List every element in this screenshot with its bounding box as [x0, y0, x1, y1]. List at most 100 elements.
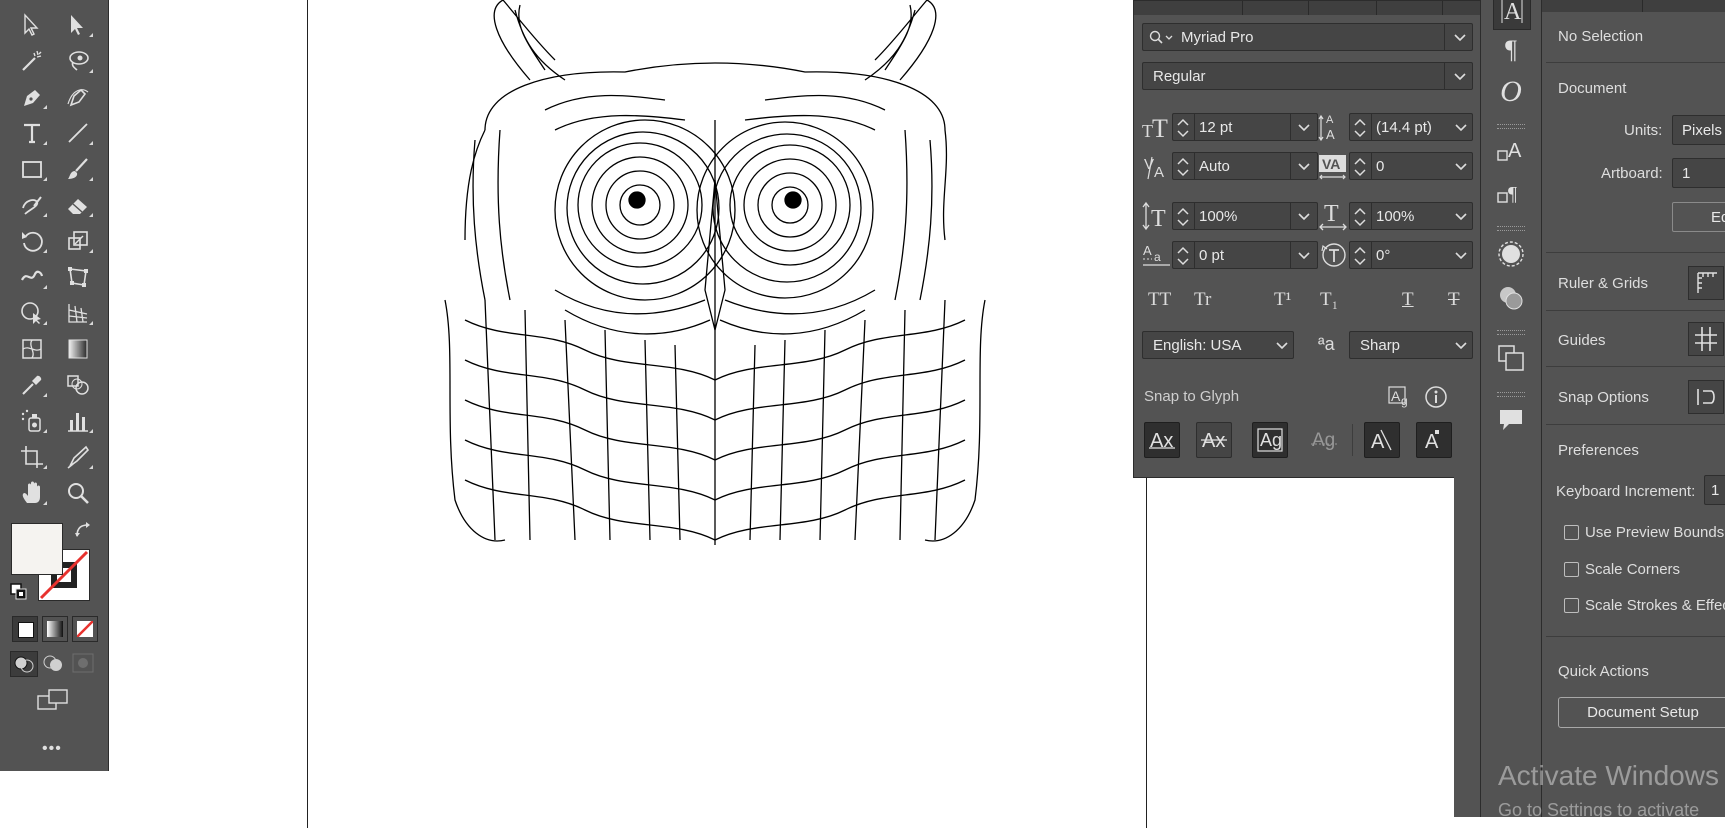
- snap-angular-guides-button[interactable]: A: [1364, 422, 1400, 458]
- zoom-tool-icon[interactable]: [62, 478, 94, 508]
- owl-line-artwork[interactable]: [425, 0, 1005, 545]
- all-caps-button[interactable]: TT: [1148, 289, 1171, 311]
- font-search-icon[interactable]: [1149, 30, 1179, 46]
- selection-tool-icon[interactable]: [16, 10, 48, 40]
- chevron-down-icon[interactable]: [1275, 339, 1289, 353]
- rotate-tool-icon[interactable]: [16, 226, 48, 256]
- baseline-shift-field[interactable]: 0 pt: [1172, 241, 1318, 269]
- paragraph-panel-icon[interactable]: ¶: [1493, 32, 1529, 68]
- vertical-scale-field[interactable]: 100%: [1172, 202, 1318, 230]
- lasso-tool-icon[interactable]: [62, 46, 94, 76]
- perspective-grid-tool-icon[interactable]: [62, 298, 94, 328]
- chevron-down-icon[interactable]: [1454, 210, 1468, 224]
- magic-wand-tool-icon[interactable]: [16, 46, 48, 76]
- snap-glyph-bounds-button[interactable]: Ag: [1252, 422, 1288, 458]
- language-dropdown[interactable]: English: USA: [1142, 331, 1294, 359]
- character-styles-icon[interactable]: A: [1493, 134, 1529, 170]
- width-tool-icon[interactable]: [16, 262, 48, 292]
- pen-tool-icon[interactable]: [16, 82, 48, 112]
- paragraph-styles-icon[interactable]: ¶: [1493, 176, 1529, 212]
- scale-corners-checkbox[interactable]: [1564, 562, 1579, 577]
- stepper-icon[interactable]: [1173, 203, 1193, 231]
- eraser-tool-icon[interactable]: [62, 190, 94, 220]
- eyedropper-tool-icon[interactable]: [16, 370, 48, 400]
- draw-normal-button[interactable]: [10, 651, 38, 677]
- stepper-icon[interactable]: [1350, 153, 1370, 181]
- stepper-icon[interactable]: [1350, 242, 1370, 270]
- snap-to-point-button[interactable]: [1688, 380, 1724, 414]
- type-tool-icon[interactable]: [16, 118, 48, 148]
- snap-proximity-guides-button[interactable]: Ag: [1306, 422, 1342, 458]
- gradient-mode-button[interactable]: [42, 616, 68, 642]
- scale-tool-icon[interactable]: [62, 226, 94, 256]
- document-setup-button[interactable]: Document Setup: [1558, 697, 1725, 728]
- edit-artboards-button[interactable]: Ed: [1672, 202, 1725, 232]
- kerning-field[interactable]: Auto: [1172, 152, 1318, 180]
- properties-tab-strip[interactable]: [1542, 0, 1725, 12]
- units-dropdown[interactable]: Pixels: [1672, 115, 1725, 145]
- glyph-snap-options-icon[interactable]: Ag: [1388, 385, 1414, 409]
- symbol-sprayer-tool-icon[interactable]: [16, 406, 48, 436]
- rectangle-tool-icon[interactable]: [16, 154, 48, 184]
- snap-baseline-button[interactable]: Ax: [1144, 422, 1180, 458]
- underline-button[interactable]: T: [1402, 289, 1414, 311]
- chevron-down-icon[interactable]: [1454, 249, 1468, 263]
- slice-tool-icon[interactable]: [62, 442, 94, 472]
- chevron-down-icon[interactable]: [1453, 31, 1467, 45]
- paintbrush-tool-icon[interactable]: [62, 154, 94, 184]
- hand-tool-icon[interactable]: [16, 478, 48, 508]
- column-graph-tool-icon[interactable]: [62, 406, 94, 436]
- snap-anchor-point-button[interactable]: A: [1416, 422, 1452, 458]
- stepper-icon[interactable]: [1350, 203, 1370, 231]
- leading-field[interactable]: (14.4 pt): [1349, 113, 1473, 141]
- antialias-dropdown[interactable]: Sharp: [1349, 331, 1473, 359]
- mesh-tool-icon[interactable]: [16, 334, 48, 364]
- artboard-tool-icon[interactable]: [16, 442, 48, 472]
- font-size-field[interactable]: 12 pt: [1172, 113, 1318, 141]
- screen-mode-icon[interactable]: [36, 688, 70, 712]
- subscript-button[interactable]: T₁: [1320, 289, 1338, 311]
- snap-x-height-button[interactable]: Ax: [1196, 422, 1232, 458]
- artboard-dropdown[interactable]: 1: [1672, 158, 1725, 188]
- color-mode-button[interactable]: [12, 616, 38, 642]
- shape-builder-tool-icon[interactable]: [16, 298, 48, 328]
- character-rotation-field[interactable]: 0°: [1349, 241, 1473, 269]
- character-panel-icon[interactable]: A: [1493, 0, 1531, 30]
- panel-tab-strip[interactable]: [1134, 1, 1481, 15]
- graphic-styles-icon[interactable]: [1493, 280, 1529, 316]
- chevron-down-icon[interactable]: [1297, 160, 1311, 174]
- fill-swatch[interactable]: [11, 523, 63, 575]
- curvature-tool-icon[interactable]: [62, 82, 94, 112]
- stepper-icon[interactable]: [1173, 153, 1193, 181]
- line-segment-tool-icon[interactable]: [62, 118, 94, 148]
- appearance-panel-icon[interactable]: [1493, 236, 1529, 272]
- chevron-down-icon[interactable]: [1297, 249, 1311, 263]
- stepper-icon[interactable]: [1350, 114, 1370, 142]
- comments-panel-icon[interactable]: [1493, 402, 1529, 438]
- direct-selection-tool-icon[interactable]: [62, 10, 94, 40]
- swap-fill-stroke-icon[interactable]: [74, 521, 92, 539]
- strikethrough-button[interactable]: T: [1448, 289, 1460, 311]
- chevron-down-icon[interactable]: [1454, 339, 1468, 353]
- chevron-down-icon[interactable]: [1453, 70, 1467, 84]
- small-caps-button[interactable]: Tr: [1194, 289, 1211, 311]
- horizontal-scale-field[interactable]: 100%: [1349, 202, 1473, 230]
- font-style-field[interactable]: Regular: [1142, 62, 1473, 90]
- chevron-down-icon[interactable]: [1297, 121, 1311, 135]
- info-icon[interactable]: [1424, 385, 1448, 409]
- superscript-button[interactable]: T¹: [1274, 289, 1291, 311]
- draw-inside-button[interactable]: [70, 651, 96, 675]
- default-fill-stroke-icon[interactable]: [10, 583, 28, 601]
- use-preview-bounds-checkbox[interactable]: [1564, 525, 1579, 540]
- draw-behind-button[interactable]: [40, 651, 66, 675]
- opentype-panel-icon[interactable]: O: [1493, 74, 1529, 110]
- keyboard-increment-field[interactable]: 1: [1704, 475, 1725, 505]
- font-family-field[interactable]: Myriad Pro: [1142, 23, 1473, 51]
- blend-tool-icon[interactable]: [62, 370, 94, 400]
- guides-toggle-button[interactable]: [1688, 322, 1724, 356]
- chevron-down-icon[interactable]: [1454, 121, 1468, 135]
- shaper-tool-icon[interactable]: [16, 190, 48, 220]
- stepper-icon[interactable]: [1173, 242, 1193, 270]
- edit-toolbar-button[interactable]: •••: [42, 740, 62, 758]
- tracking-field[interactable]: 0: [1349, 152, 1473, 180]
